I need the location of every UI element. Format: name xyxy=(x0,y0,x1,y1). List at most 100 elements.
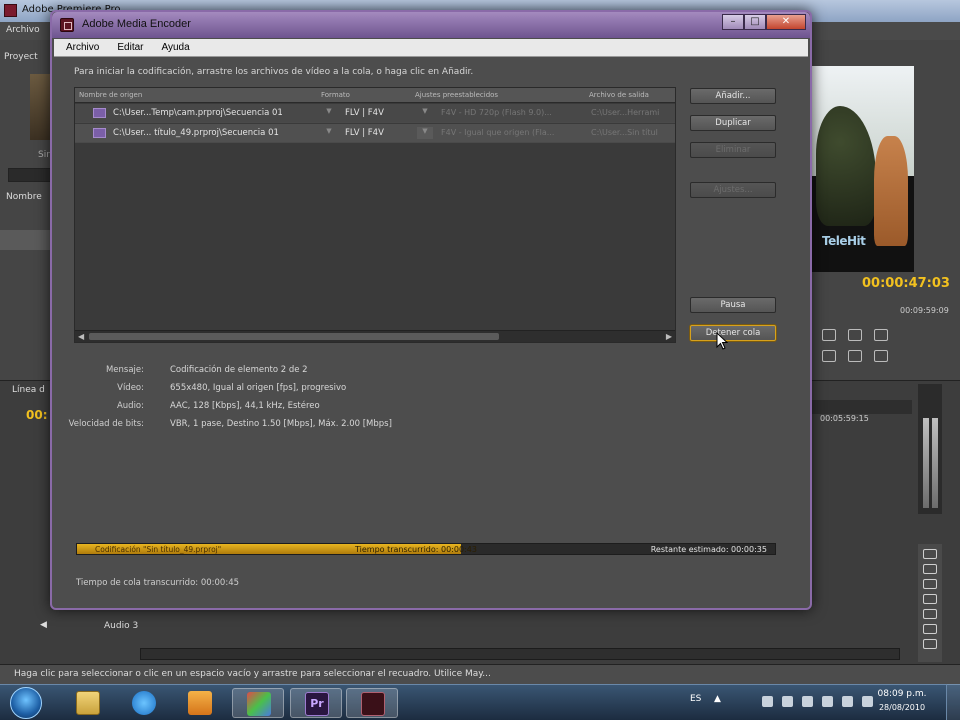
bitrate-label: Velocidad de bits: xyxy=(68,419,144,429)
progress-elapsed: Tiempo transcurrido: 00:00:43 xyxy=(355,545,477,554)
show-desktop-button[interactable] xyxy=(946,684,960,720)
progress-remaining: Restante estimado: 00:00:35 xyxy=(650,545,767,554)
maximize-icon[interactable]: □ xyxy=(744,14,766,30)
video-frame-person xyxy=(874,136,908,246)
premiere-menu-archivo[interactable]: Archivo xyxy=(6,25,40,35)
project-selected-row[interactable] xyxy=(0,230,54,250)
slip-tool-icon[interactable] xyxy=(923,609,937,619)
queue-row[interactable]: C:\User... título_49.prproj\Secuencia 01… xyxy=(75,124,675,143)
tools-panel xyxy=(918,544,942,662)
taskbar-explorer[interactable] xyxy=(62,688,114,718)
media-encoder-window: Adobe Media Encoder – □ ✕ Archivo Editar… xyxy=(50,10,812,610)
media-player-icon xyxy=(188,691,212,715)
timeline-scrollbar[interactable] xyxy=(140,648,900,660)
media-encoder-title: Adobe Media Encoder xyxy=(82,18,191,30)
video-value: 655x480, Igual al origen [fps], progresi… xyxy=(170,383,347,393)
tray-security-icon[interactable] xyxy=(802,696,813,707)
mark-in-icon[interactable] xyxy=(822,329,836,341)
menu-archivo[interactable]: Archivo xyxy=(66,42,99,53)
add-button[interactable]: Añadir... xyxy=(690,88,776,104)
scroll-left-arrow-icon[interactable]: ◀ xyxy=(78,332,84,341)
queue-col-source[interactable]: Nombre de origen xyxy=(79,91,142,99)
queue-col-output[interactable]: Archivo de salida xyxy=(589,91,649,99)
bitrate-value: VBR, 1 pase, Destino 1.50 [Mbps], Máx. 2… xyxy=(170,419,392,429)
preset-dropdown-icon[interactable]: ▼ xyxy=(417,107,433,119)
export-frame-icon[interactable] xyxy=(874,350,888,362)
scrollbar-thumb[interactable] xyxy=(89,333,499,340)
menu-ayuda[interactable]: Ayuda xyxy=(161,42,189,53)
tray-power-icon[interactable] xyxy=(822,696,833,707)
queue-row-format[interactable]: FLV | F4V xyxy=(345,108,384,118)
premiere-app-icon xyxy=(4,4,17,17)
format-dropdown-icon[interactable]: ▼ xyxy=(321,127,337,139)
loop-icon[interactable] xyxy=(822,350,836,362)
timeline-ruler[interactable] xyxy=(812,400,912,414)
queue-row[interactable]: C:\User...Temp\cam.prproj\Secuencia 01 ▼… xyxy=(75,104,675,123)
queue-row-output[interactable]: C:\User...Herrami xyxy=(591,108,659,117)
media-encoder-titlebar[interactable]: Adobe Media Encoder – □ ✕ xyxy=(52,12,810,38)
message-label: Mensaje: xyxy=(105,365,144,375)
audio-meter-right xyxy=(932,418,938,508)
progress-label: Codificación "Sin título_49.prproj" xyxy=(95,545,222,554)
settings-button[interactable]: Ajustes... xyxy=(690,182,776,198)
video-label: Vídeo: xyxy=(117,383,144,393)
track-select-tool-icon[interactable] xyxy=(923,564,937,574)
queue-row-preset[interactable]: F4V - Igual que origen (Fla... xyxy=(441,128,554,137)
project-name-column-header[interactable]: Nombre xyxy=(6,192,42,202)
format-dropdown-icon[interactable]: ▼ xyxy=(321,107,337,119)
program-duration: 00:09:59:09 xyxy=(900,306,949,315)
safe-margins-icon[interactable] xyxy=(848,350,862,362)
lift-icon[interactable] xyxy=(874,329,888,341)
duplicate-button[interactable]: Duplicar xyxy=(690,115,776,131)
preset-dropdown-icon[interactable]: ▼ xyxy=(417,127,433,139)
scroll-right-arrow-icon[interactable]: ▶ xyxy=(666,332,672,341)
queue-col-presets[interactable]: Ajustes preestablecidos xyxy=(415,91,498,99)
window-controls: – □ ✕ xyxy=(722,14,806,32)
premiere-status-bar: Haga clic para seleccionar o clic en un … xyxy=(0,664,960,684)
tray-expand-icon[interactable]: ▲ xyxy=(714,694,721,704)
queue-row-output[interactable]: C:\User...Sin títul xyxy=(591,128,658,137)
queue-horizontal-scrollbar[interactable]: ◀ ▶ xyxy=(75,330,675,342)
audio-track-speaker-icon[interactable]: ◀ xyxy=(40,620,47,630)
mark-out-icon[interactable] xyxy=(848,329,862,341)
pause-button[interactable]: Pausa xyxy=(690,297,776,313)
queue-row-preset[interactable]: F4V - HD 720p (Flash 9.0)... xyxy=(441,108,552,117)
ripple-edit-tool-icon[interactable] xyxy=(923,579,937,589)
hand-tool-icon[interactable] xyxy=(923,639,937,649)
tray-volume-icon[interactable] xyxy=(842,696,853,707)
premiere-icon: Pr xyxy=(305,692,329,716)
queue-row-source: C:\User...Temp\cam.prproj\Secuencia 01 xyxy=(113,108,283,118)
close-icon[interactable]: ✕ xyxy=(766,14,806,30)
project-search-input[interactable] xyxy=(8,168,52,182)
queue-header: Nombre de origen Formato Ajustes preesta… xyxy=(75,88,675,103)
selection-tool-icon[interactable] xyxy=(923,549,937,559)
taskbar-ie[interactable] xyxy=(118,688,170,718)
folder-icon xyxy=(76,691,100,715)
taskbar-premiere[interactable]: Pr xyxy=(290,688,342,718)
timeline-ruler-timecode: 00:05:59:15 xyxy=(820,414,869,423)
stop-queue-button[interactable]: Detener cola xyxy=(690,325,776,341)
audio-label: Audio: xyxy=(116,401,144,411)
queue-row-format[interactable]: FLV | F4V xyxy=(345,128,384,138)
start-button[interactable] xyxy=(10,687,42,719)
taskbar-media-player[interactable] xyxy=(174,688,226,718)
sequence-file-icon xyxy=(93,108,106,118)
tray-network-icon[interactable] xyxy=(782,696,793,707)
language-indicator[interactable]: ES xyxy=(690,694,701,704)
razor-tool-icon[interactable] xyxy=(923,594,937,604)
tray-action-center-icon[interactable] xyxy=(762,696,773,707)
pen-tool-icon[interactable] xyxy=(923,624,937,634)
program-timecode[interactable]: 00:00:47:03 xyxy=(862,276,950,291)
menu-editar[interactable]: Editar xyxy=(117,42,143,53)
taskbar-media-encoder[interactable] xyxy=(346,688,398,718)
program-monitor-video: TeleHit xyxy=(812,66,914,272)
encoding-queue[interactable]: Nombre de origen Formato Ajustes preesta… xyxy=(74,87,676,343)
channel-logo: TeleHit xyxy=(822,234,866,248)
taskbar-paint-app[interactable] xyxy=(232,688,284,718)
minimize-icon[interactable]: – xyxy=(722,14,744,30)
project-tab[interactable]: Proyect xyxy=(4,52,38,62)
queue-col-format[interactable]: Formato xyxy=(321,91,350,99)
remove-button[interactable]: Eliminar xyxy=(690,142,776,158)
clock-time[interactable]: 08:09 p.m. xyxy=(872,689,932,699)
clock-date[interactable]: 28/08/2010 xyxy=(872,703,932,712)
